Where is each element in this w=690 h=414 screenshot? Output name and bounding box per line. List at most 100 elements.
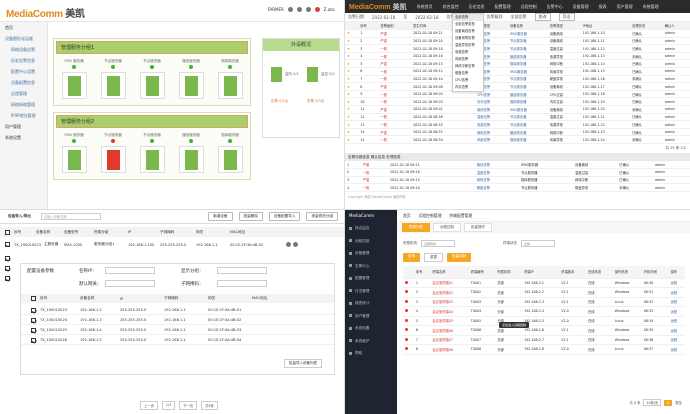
reset-button[interactable]: 重置 (424, 253, 443, 262)
device-card[interactable]: 节点服务器 (138, 133, 166, 173)
batch-import-button[interactable]: 批量导入设备列表 (284, 359, 322, 368)
dropdown-option[interactable]: 风扇告警 (453, 56, 483, 63)
search-input[interactable]: 请输入设备名称 (40, 213, 101, 220)
table-row[interactable]: 2 会议室终端02 T0002 总部 192.168.2.2 V2.1 在线 Windows 0… (403, 287, 685, 298)
sidebar-item[interactable]: 综合监控 (345, 222, 397, 235)
row-checkbox[interactable] (5, 276, 10, 282)
table-row[interactable]: 7 会议室终端07 T0007 总部 192.168.2.7 V2.1 在线 Windows 0… (403, 335, 685, 345)
sidebar-item[interactable]: 日志管理 (345, 285, 397, 298)
star-icon[interactable]: ★ (345, 90, 359, 99)
nav-item[interactable]: 系统首页 (417, 4, 433, 10)
star-icon[interactable]: ★ (345, 59, 359, 69)
dropdown-option[interactable]: 硬盘告警 (453, 70, 483, 77)
device-card[interactable]: IPAS 服务器 (60, 59, 88, 99)
table-row[interactable]: 1 严重 2022-02-18 09:21 离线告警 IPAS服务器 设备离线 已确认 adm… (345, 161, 690, 170)
row-checkbox[interactable] (5, 266, 10, 272)
table-row[interactable]: 4 会议室终端04 T0004 分部 192.168.2.4 V2.0 在线 Windows 0… (403, 306, 685, 317)
device-card[interactable]: 节点服务器 (99, 133, 127, 173)
date-end[interactable]: 2022-02-18 (415, 15, 438, 20)
table-row[interactable]: ★8严重2022-02-18 09:08离线告警节点服务器设备离线192.168… (345, 82, 690, 91)
table-row[interactable]: ★ 11 严重 2022-02-18 09:01 离线告警 IPAS服务器 设备离线 192.… (345, 105, 690, 114)
sidebar-item[interactable]: 设备配置信息 (0, 77, 47, 88)
dropdown-option[interactable]: 全部告警类型 (453, 21, 483, 28)
table-row[interactable]: 3 会议室终端03 T0003 分部 192.168.2.3 V2.1 在线 Linux 08:… (403, 297, 685, 307)
sidebar-item[interactable]: 用户管理 (345, 310, 397, 323)
row-checkbox[interactable] (31, 327, 36, 333)
star-icon[interactable]: ★ (345, 97, 359, 107)
table-row[interactable]: 1 会议室终端01 T0001 总部 192.168.2.1 V2.1 在线 Windows 0… (403, 278, 685, 288)
gateway-input[interactable] (105, 280, 155, 287)
star-icon[interactable]: ★ (345, 128, 359, 137)
table-row[interactable]: 8 会议室终端08 T0008 分部 192.168.2.8 V2.0 在线 Linux 08:… (403, 344, 685, 355)
nav-item[interactable]: 综合监控 (443, 4, 459, 10)
detail-tabs[interactable]: 告警详细信息 确认信息 处理信息 (345, 153, 690, 161)
breadcrumb-item[interactable]: 终端配置管理 (449, 213, 472, 219)
star-icon[interactable]: ★ (345, 82, 359, 91)
sidebar-item[interactable]: 配置中心设置 (0, 66, 47, 77)
device-card[interactable]: 节点服务器 (99, 59, 127, 99)
sidebar-item[interactable]: 帮助 (345, 347, 397, 360)
row-checkbox[interactable] (5, 242, 10, 247)
ip-input[interactable] (105, 267, 155, 274)
status-select[interactable]: 全部 (521, 240, 555, 247)
row-checkbox[interactable] (31, 337, 36, 343)
device-card[interactable]: 节点服务器 (138, 59, 166, 99)
sidebar-item[interactable]: 设备管理 (345, 247, 397, 260)
sidebar-item[interactable]: 首页 (0, 22, 47, 33)
select-all-checkbox[interactable] (5, 229, 10, 235)
sidebar-item[interactable]: 系统维护 (345, 335, 397, 348)
table-row[interactable]: TX_100010024 192.168.1.3 255.255.255.0 192.… (21, 316, 334, 325)
star-icon[interactable]: ★ (345, 37, 359, 46)
dropdown-option[interactable]: 温度异常告警 (453, 42, 483, 49)
row-checkbox[interactable] (31, 307, 36, 313)
nav-item[interactable]: 告警中心 (547, 4, 563, 10)
table-row[interactable]: ★ 14 严重 2022-02-18 08:52 网络告警 播放服务器 网络中断 192.16… (345, 128, 690, 137)
star-icon[interactable]: ★ (345, 135, 359, 144)
table-row[interactable]: ★4一般2022-02-18 09:16电源告警播放服务器电源异常192.168… (345, 52, 690, 61)
sidebar-item[interactable]: 报表统计 (345, 297, 397, 310)
table-row[interactable]: TX_100010025 192.168.1.4 255.255.255.0 192.… (21, 326, 334, 335)
nav-item[interactable]: 历史信息 (469, 4, 485, 10)
sidebar-item[interactable]: 网络设备告警 (0, 44, 47, 55)
add-device-button[interactable]: 新增设备 (208, 212, 233, 221)
home-link[interactable]: 首页 (403, 213, 411, 219)
table-row[interactable]: ★7一般2022-02-18 09:10硬盘告警节点服务器硬盘异常192.168… (345, 75, 690, 84)
table-row[interactable]: ★ 10 一般 2022-02-18 09:03 内存告警 指挥服务器 内存过高 192.16… (345, 97, 690, 107)
sidebar-item[interactable]: 网络网络管理 (0, 99, 47, 110)
table-row[interactable]: 5会议室终端05T0005分部192.168.2.5V2.0在线Linux08:… (403, 316, 685, 326)
nav-item[interactable]: 设备管理 (573, 4, 589, 10)
dropdown-option[interactable]: 网络中断告警 (453, 63, 483, 70)
sidebar-item[interactable]: 告警中心 (345, 260, 397, 273)
table-row[interactable]: 3 严重 2022-02-18 09:15 网络告警 指挥服务器 网络中断 已确认 admin (345, 176, 690, 185)
settings-icon[interactable] (296, 7, 302, 12)
nav-item[interactable]: 配置管理 (495, 4, 511, 10)
level-select[interactable]: 全部告警 (511, 14, 527, 20)
tab-terminal-list[interactable]: 终端列表 (402, 223, 430, 232)
table-row[interactable]: 6 会议室终端06 T0006 总部 192.168.2.6 V2.1 在线 Windows 0… (403, 325, 685, 336)
device-card[interactable]: 播放服务器 (177, 59, 205, 99)
table-row[interactable]: ★ 12 一般 2022-02-18 08:58 温度告警 节点服务器 温度过高 192.16… (345, 113, 690, 122)
table-row[interactable]: ★3一般2022-02-18 09:18温度告警节点服务器温度过高192.168… (345, 44, 690, 53)
bell-icon[interactable] (287, 7, 293, 12)
sidebar-item[interactable]: 远程控制 (345, 235, 397, 248)
table-row[interactable]: TX_100010023 192.168.1.2 255.255.255.0 192.… (21, 306, 334, 315)
table-row[interactable]: ★ 13 一般 2022-02-18 08:55 电源告警 节点服务器 电源异常 192.16… (345, 120, 690, 129)
star-icon[interactable]: ★ (345, 113, 359, 122)
panel-title[interactable]: 管理服务分组2 (56, 115, 248, 128)
group-input[interactable] (217, 267, 267, 274)
avatar[interactable] (314, 7, 320, 12)
panel-title[interactable]: 管理服务分组1 (56, 41, 248, 54)
sidebar-item[interactable]: 设备图形化运维 (0, 33, 47, 44)
delete-icon[interactable] (293, 242, 298, 247)
table-row[interactable]: ★6一般2022-02-18 09:12风扇告警IPAS服务器风扇异常192.1… (345, 67, 690, 76)
batch-group-button[interactable]: 批量修改分组 (306, 212, 338, 221)
breadcrumb-item[interactable]: 远程控制管理 (419, 213, 442, 219)
page-size-select[interactable]: 10条/页 (643, 399, 662, 406)
device-card[interactable]: 播放服务器 (177, 133, 205, 173)
table-row[interactable]: TX_100010026 192.168.1.5 255.255.255.0 192.… (21, 336, 334, 345)
tab-remote-control[interactable]: 远程控制 (433, 223, 461, 232)
dropdown-option[interactable]: 设备故障告警 (453, 35, 483, 42)
import-export-button[interactable]: 设备导入/导出 (4, 213, 35, 220)
dropdown-option[interactable]: 全部告警 (453, 14, 483, 21)
sidebar-item[interactable]: 远程管理 (0, 88, 47, 99)
